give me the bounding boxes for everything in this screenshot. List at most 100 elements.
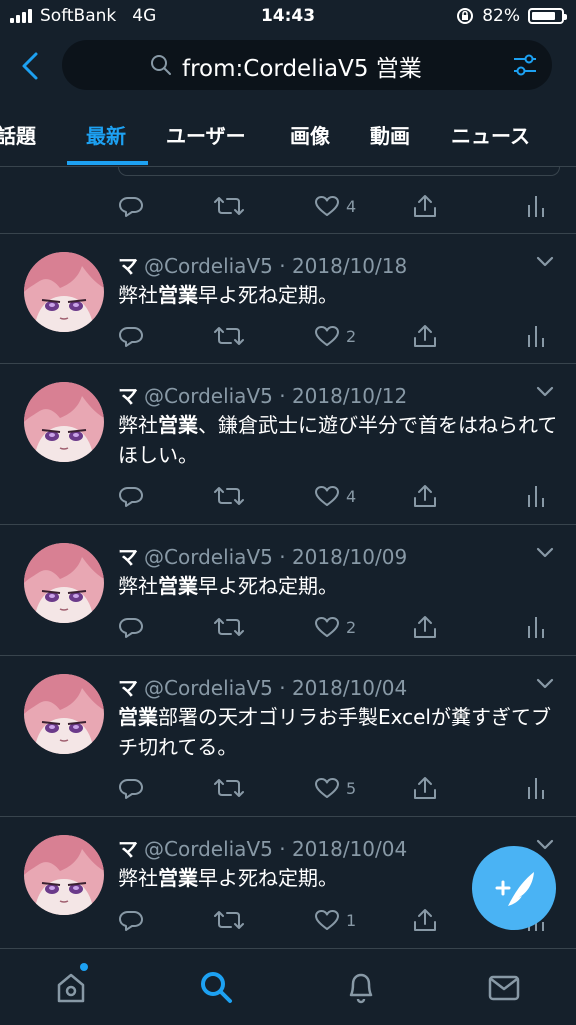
share-button[interactable] bbox=[412, 481, 438, 511]
analytics-button[interactable] bbox=[526, 321, 546, 351]
tweet-actions: 4 bbox=[118, 191, 558, 221]
share-button[interactable] bbox=[412, 321, 438, 351]
share-button[interactable] bbox=[412, 773, 438, 803]
analytics-button[interactable] bbox=[526, 481, 546, 511]
share-button[interactable] bbox=[412, 612, 438, 642]
tweet-date[interactable]: 2018/10/04 bbox=[292, 676, 407, 700]
author-handle[interactable]: @CordeliaV5 bbox=[144, 254, 273, 278]
search-term-highlight: 営業 bbox=[158, 413, 198, 437]
like-count: 4 bbox=[346, 196, 357, 216]
filter-sliders-icon[interactable] bbox=[512, 53, 538, 77]
retweet-button[interactable] bbox=[214, 773, 244, 803]
like-button[interactable]: 5 bbox=[314, 773, 356, 803]
analytics-button[interactable] bbox=[526, 612, 546, 642]
reply-button[interactable] bbox=[118, 612, 144, 642]
tweet-text-part: 弊社 bbox=[118, 283, 158, 307]
avatar[interactable] bbox=[24, 382, 104, 462]
heart-icon bbox=[314, 615, 340, 639]
retweet-button[interactable] bbox=[214, 481, 244, 511]
tweet-date[interactable]: 2018/10/12 bbox=[292, 384, 407, 408]
reply-icon bbox=[118, 194, 144, 218]
share-icon bbox=[412, 775, 438, 801]
retweet-button[interactable] bbox=[214, 321, 244, 351]
home-icon[interactable] bbox=[51, 967, 91, 1007]
analytics-icon bbox=[526, 483, 546, 509]
retweet-button[interactable] bbox=[214, 612, 244, 642]
tweet-date[interactable]: 2018/10/18 bbox=[292, 254, 407, 278]
reply-button[interactable] bbox=[118, 905, 144, 935]
chevron-down-icon[interactable] bbox=[536, 256, 554, 268]
search-icon[interactable] bbox=[196, 967, 236, 1007]
tab-topics[interactable]: 話題 bbox=[0, 120, 36, 149]
tweet-card[interactable]: マ @CordeliaV5 · 2018/10/18 弊社営業早よ死ね定期。 2 bbox=[0, 234, 576, 364]
share-button[interactable] bbox=[412, 905, 438, 935]
share-icon bbox=[412, 483, 438, 509]
avatar[interactable] bbox=[24, 674, 104, 754]
like-button[interactable]: 4 bbox=[314, 191, 356, 221]
reply-icon bbox=[118, 484, 144, 508]
tweet-text-part: 部署の天才ゴリラお手製Excelが糞すぎてブチ切れてる。 bbox=[118, 705, 551, 759]
author-handle[interactable]: @CordeliaV5 bbox=[144, 384, 273, 408]
author-handle[interactable]: @CordeliaV5 bbox=[144, 676, 273, 700]
author-name[interactable]: マ bbox=[118, 545, 138, 569]
avatar[interactable] bbox=[24, 543, 104, 623]
search-bar[interactable] bbox=[62, 40, 552, 90]
tweet-card[interactable]: マ @CordeliaV5 · 2018/10/12 弊社営業、鎌倉武士に遊び半分… bbox=[0, 364, 576, 525]
author-handle[interactable]: @CordeliaV5 bbox=[144, 545, 273, 569]
messages-envelope-icon[interactable] bbox=[484, 967, 524, 1007]
tab-users[interactable]: ユーザー bbox=[166, 120, 246, 149]
search-term-highlight: 営業 bbox=[118, 705, 158, 729]
like-button[interactable]: 1 bbox=[314, 905, 356, 935]
chevron-down-icon[interactable] bbox=[536, 678, 554, 690]
reply-icon bbox=[118, 908, 144, 932]
tweet-card[interactable]: マ @CordeliaV5 · 2018/10/09 弊社営業早よ死ね定期。 2 bbox=[0, 525, 576, 656]
tweet-text-part: 早よ死ね定期。 bbox=[198, 866, 338, 890]
tab-latest[interactable]: 最新 bbox=[86, 120, 126, 149]
retweet-icon bbox=[214, 324, 244, 348]
search-icon bbox=[151, 55, 171, 75]
like-button[interactable]: 4 bbox=[314, 481, 356, 511]
like-count: 4 bbox=[346, 486, 357, 506]
tab-videos[interactable]: 動画 bbox=[370, 120, 410, 149]
reply-button[interactable] bbox=[118, 191, 144, 221]
reply-button[interactable] bbox=[118, 481, 144, 511]
heart-icon bbox=[314, 484, 340, 508]
author-name[interactable]: マ bbox=[118, 837, 138, 861]
tweet-text-part: 早よ死ね定期。 bbox=[198, 574, 338, 598]
analytics-button[interactable] bbox=[526, 191, 546, 221]
rotation-lock-icon bbox=[457, 8, 474, 24]
heart-icon bbox=[314, 908, 340, 932]
tweet-actions: 2 bbox=[118, 612, 558, 642]
tweet-text: 弊社営業早よ死ね定期。 bbox=[118, 571, 558, 601]
tweet-card[interactable]: マ @CordeliaV5 · 2018/10/04 営業部署の天才ゴリラお手製E… bbox=[0, 656, 576, 817]
author-name[interactable]: マ bbox=[118, 254, 138, 278]
notifications-bell-icon[interactable] bbox=[341, 967, 381, 1007]
author-name[interactable]: マ bbox=[118, 676, 138, 700]
retweet-button[interactable] bbox=[214, 905, 244, 935]
author-handle[interactable]: @CordeliaV5 bbox=[144, 837, 273, 861]
chevron-down-icon[interactable] bbox=[536, 547, 554, 559]
search-input[interactable] bbox=[180, 48, 484, 84]
chevron-down-icon[interactable] bbox=[536, 386, 554, 398]
reply-button[interactable] bbox=[118, 321, 144, 351]
tab-images[interactable]: 画像 bbox=[290, 120, 330, 149]
tweet-date[interactable]: 2018/10/04 bbox=[292, 837, 407, 861]
bottom-navigation bbox=[0, 948, 576, 1025]
avatar[interactable] bbox=[24, 835, 104, 915]
compose-tweet-button[interactable] bbox=[472, 846, 556, 930]
tweet-text-part: 弊社 bbox=[118, 866, 158, 890]
tab-news[interactable]: ニュース bbox=[451, 120, 530, 149]
retweet-icon bbox=[214, 484, 244, 508]
reply-button[interactable] bbox=[118, 773, 144, 803]
tweet-card-partial[interactable]: 4 bbox=[0, 167, 576, 234]
author-name[interactable]: マ bbox=[118, 384, 138, 408]
like-count: 2 bbox=[346, 617, 357, 637]
back-button[interactable] bbox=[16, 48, 46, 84]
share-button[interactable] bbox=[412, 191, 438, 221]
like-button[interactable]: 2 bbox=[314, 612, 356, 642]
like-button[interactable]: 2 bbox=[314, 321, 356, 351]
tweet-date[interactable]: 2018/10/09 bbox=[292, 545, 407, 569]
analytics-button[interactable] bbox=[526, 773, 546, 803]
retweet-button[interactable] bbox=[214, 191, 244, 221]
avatar[interactable] bbox=[24, 252, 104, 332]
